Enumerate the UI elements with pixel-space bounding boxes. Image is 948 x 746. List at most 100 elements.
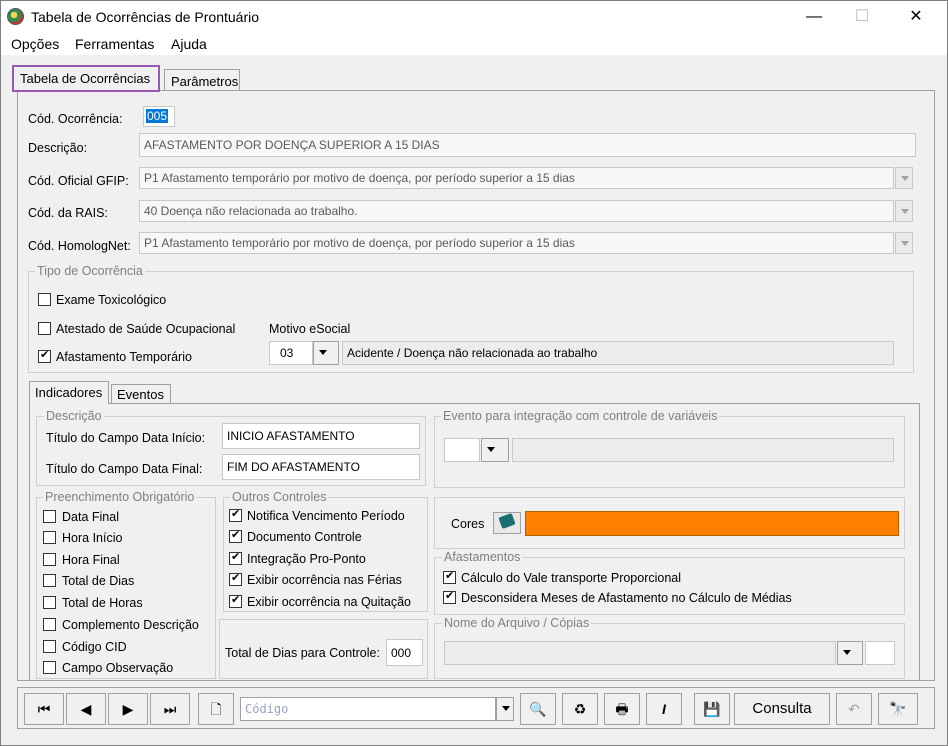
trash-icon: ♻ (573, 701, 587, 717)
prev-record-button[interactable]: ◀ (66, 693, 106, 725)
atestado-label: Atestado de Saúde Ocupacional (56, 322, 236, 336)
exibir-quitacao-label: Exibir ocorrência na Quitação (247, 595, 411, 609)
campo-observacao-checkbox[interactable] (43, 661, 56, 674)
color-swatch[interactable] (525, 511, 899, 536)
hora-inicio-checkbox[interactable] (43, 531, 56, 544)
homolognet-dropdown-button[interactable] (895, 232, 913, 254)
total-dias-checkbox[interactable] (43, 574, 56, 587)
tab-label: Parâmetros (171, 74, 239, 89)
cod-ocorrencia-value: 005 (146, 109, 169, 123)
campo-observacao-label: Campo Observação (62, 661, 174, 675)
tab-label: Eventos (117, 387, 164, 402)
evento-code-input[interactable] (444, 438, 480, 462)
copias-input[interactable] (865, 641, 895, 665)
binoculars-icon: 🔭 (889, 701, 907, 717)
desconsidera-meses-checkbox[interactable] (443, 589, 456, 604)
vale-transporte-checkbox[interactable] (443, 569, 456, 584)
italic-icon: I (662, 701, 666, 717)
color-picker-button[interactable] (493, 512, 521, 534)
tab-indicadores[interactable]: Indicadores (29, 381, 109, 404)
cod-ocorrencia-label: Cód. Ocorrência: (28, 112, 123, 126)
codigo-combo[interactable]: Código (240, 697, 496, 721)
codigo-placeholder: Código (245, 702, 289, 716)
data-final-label: Data Final (62, 510, 119, 524)
maximize-button[interactable]: ☐ (839, 1, 885, 33)
first-record-button[interactable]: ⏮ (24, 693, 64, 725)
notifica-vencimento-checkbox[interactable] (229, 507, 242, 522)
arquivo-title: Nome do Arquivo / Cópias (442, 616, 592, 630)
complemento-descricao-checkbox[interactable] (43, 618, 56, 631)
gfip-label: Cód. Oficial GFIP: (28, 174, 129, 188)
next-record-button[interactable]: ▶ (108, 693, 148, 725)
afastamento-checkbox[interactable] (38, 348, 51, 363)
homolognet-select[interactable]: P1 Afastamento temporário por motivo de … (139, 232, 894, 254)
outros-controles-title: Outros Controles (230, 490, 329, 504)
window: Tabela de Ocorrências de Prontuário — ☐ … (0, 0, 948, 746)
atestado-checkbox[interactable] (38, 322, 51, 335)
motivo-code-input[interactable]: 03 (269, 341, 313, 365)
find-button[interactable]: 🔭 (878, 693, 918, 725)
printer-icon: 🖶 (615, 701, 629, 717)
exibir-quitacao-checkbox[interactable] (229, 593, 242, 608)
search-record-button[interactable]: 🔍 (520, 693, 556, 725)
paint-bucket-icon (498, 512, 516, 530)
menu-ferramentas[interactable]: Ferramentas (75, 36, 154, 52)
titulo-inicio-input[interactable]: INICIO AFASTAMENTO (222, 423, 420, 449)
gfip-dropdown-button[interactable] (895, 167, 913, 189)
total-dias-label: Total de Dias (62, 574, 135, 588)
evento-group-title: Evento para integração com controle de v… (441, 409, 720, 423)
save-icon: 💾 (703, 701, 721, 717)
afastamento-label: Afastamento Temporário (56, 350, 192, 364)
titulo-final-input[interactable]: FIM DO AFASTAMENTO (222, 454, 420, 480)
print-button[interactable]: 🖶 (604, 693, 640, 725)
afastamentos-group (434, 557, 905, 615)
data-final-checkbox[interactable] (43, 510, 56, 523)
descricao-input[interactable]: AFASTAMENTO POR DOENÇA SUPERIOR A 15 DIA… (139, 133, 916, 157)
total-dias-controle-label: Total de Dias para Controle: (225, 646, 380, 660)
window-title: Tabela de Ocorrências de Prontuário (31, 9, 260, 25)
total-horas-checkbox[interactable] (43, 596, 56, 609)
codigo-cid-label: Código CID (62, 640, 127, 654)
search-document-icon: 🔍 (529, 701, 547, 717)
undo-button[interactable]: ↶ (836, 693, 872, 725)
evento-description (512, 438, 894, 462)
minimize-button[interactable]: — (791, 1, 837, 33)
evento-dropdown-button[interactable] (481, 438, 509, 462)
prev-icon: ◀ (80, 701, 92, 717)
new-document-icon: 🗋 (210, 701, 222, 717)
delete-button[interactable]: ♻ (562, 693, 598, 725)
complemento-descricao-label: Complemento Descrição (62, 618, 199, 632)
exame-toxicologico-checkbox[interactable] (38, 293, 51, 306)
rais-select[interactable]: 40 Doença não relacionada ao trabalho. (139, 200, 894, 222)
hora-final-checkbox[interactable] (43, 553, 56, 566)
motivo-dropdown-button[interactable] (313, 341, 339, 365)
tab-eventos[interactable]: Eventos (111, 384, 171, 404)
motivo-esocial-label: Motivo eSocial (269, 322, 351, 336)
total-horas-label: Total de Horas (62, 596, 143, 610)
codigo-dropdown-button[interactable] (496, 697, 514, 721)
arquivo-dropdown-button[interactable] (837, 641, 863, 665)
menu-opcoes[interactable]: Opções (11, 36, 59, 52)
new-record-button[interactable]: 🗋 (198, 693, 234, 725)
total-dias-controle-input[interactable]: 000 (386, 639, 423, 666)
tipo-ocorrencia-title: Tipo de Ocorrência (35, 264, 145, 278)
codigo-cid-checkbox[interactable] (43, 640, 56, 653)
exibir-ferias-checkbox[interactable] (229, 571, 242, 586)
save-button[interactable]: 💾 (694, 693, 730, 725)
rais-dropdown-button[interactable] (895, 200, 913, 222)
app-icon (7, 8, 24, 25)
close-button[interactable]: ✕ (893, 1, 939, 33)
hora-inicio-label: Hora Início (62, 531, 123, 545)
cod-ocorrencia-input[interactable]: 005 (143, 106, 175, 127)
notifica-vencimento-label: Notifica Vencimento Período (247, 509, 405, 523)
integracao-pro-ponto-checkbox[interactable] (229, 550, 242, 565)
arquivo-select[interactable] (444, 641, 836, 665)
consulta-button[interactable]: Consulta (734, 693, 830, 725)
menu-ajuda[interactable]: Ajuda (171, 36, 207, 52)
gfip-select[interactable]: P1 Afastamento temporário por motivo de … (139, 167, 894, 189)
tab-tabela-ocorrencias[interactable]: Tabela de Ocorrências (12, 65, 160, 92)
descricao-label: Descrição: (28, 141, 88, 155)
last-record-button[interactable]: ⏭ (150, 693, 190, 725)
documento-controle-checkbox[interactable] (229, 528, 242, 543)
italic-button[interactable]: I (646, 693, 682, 725)
